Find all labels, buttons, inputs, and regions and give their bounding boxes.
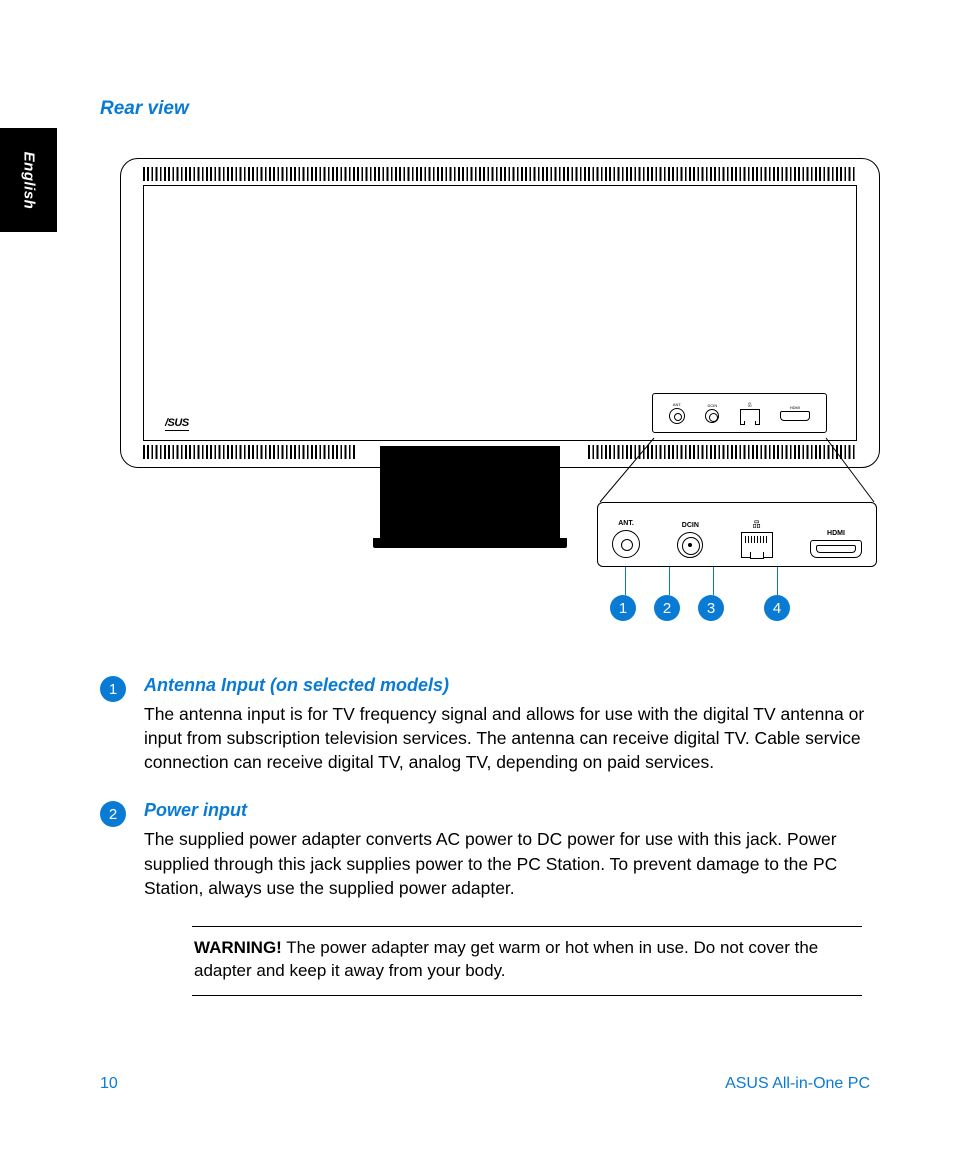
item-title-power: Power input	[144, 800, 870, 821]
rear-view-diagram: /SUS ANT. DCIN 品 HDMI ANT. DCIN 品 HDMI	[120, 148, 880, 645]
antenna-port-icon	[612, 530, 640, 558]
callout-1: 1	[610, 595, 636, 621]
item-antenna: 1 Antenna Input (on selected models) The…	[100, 675, 870, 774]
item-text-antenna: The antenna input is for TV frequency si…	[144, 702, 870, 774]
item-list: 1 Antenna Input (on selected models) The…	[100, 675, 870, 900]
port-panel-enlarged: ANT. DCIN 品 HDMI	[597, 502, 877, 567]
page-footer: 10 ASUS All-in-One PC	[100, 1075, 870, 1093]
zoom-leader-lines	[120, 148, 880, 508]
dcin-label: DCIN	[682, 522, 699, 529]
warning-text: The power adapter may get warm or hot wh…	[194, 938, 818, 980]
item-number-2: 2	[100, 801, 126, 827]
leader-line-2	[669, 567, 670, 595]
callout-3: 3	[698, 595, 724, 621]
leader-line-4	[777, 567, 778, 595]
callout-bubbles: 1 2 3 4	[610, 595, 870, 621]
dcin-port-icon	[677, 532, 703, 558]
stand-base	[373, 538, 567, 548]
warning-label: WARNING!	[194, 938, 282, 957]
callout-4: 4	[764, 595, 790, 621]
hdmi-label: HDMI	[827, 530, 845, 537]
language-tab-label: English	[20, 151, 37, 209]
item-text-power: The supplied power adapter converts AC p…	[144, 827, 870, 899]
section-title: Rear view	[100, 98, 870, 120]
warning-box: WARNING! The power adapter may get warm …	[192, 926, 862, 996]
page-content: Rear view /SUS ANT. DCIN 品 HDMI ANT. DCI…	[100, 98, 870, 996]
callout-2: 2	[654, 595, 680, 621]
lan-label-icon: 品	[753, 521, 761, 529]
hdmi-port-icon	[810, 540, 862, 558]
leader-line-1	[625, 567, 626, 595]
product-name: ASUS All-in-One PC	[725, 1075, 870, 1093]
item-title-antenna: Antenna Input (on selected models)	[144, 675, 870, 696]
ant-label: ANT.	[618, 520, 634, 527]
item-power: 2 Power input The supplied power adapter…	[100, 800, 870, 899]
page-number: 10	[100, 1075, 118, 1093]
lan-port-icon	[741, 532, 773, 558]
item-number-1: 1	[100, 676, 126, 702]
leader-line-3	[713, 567, 714, 595]
language-tab: English	[0, 128, 57, 232]
